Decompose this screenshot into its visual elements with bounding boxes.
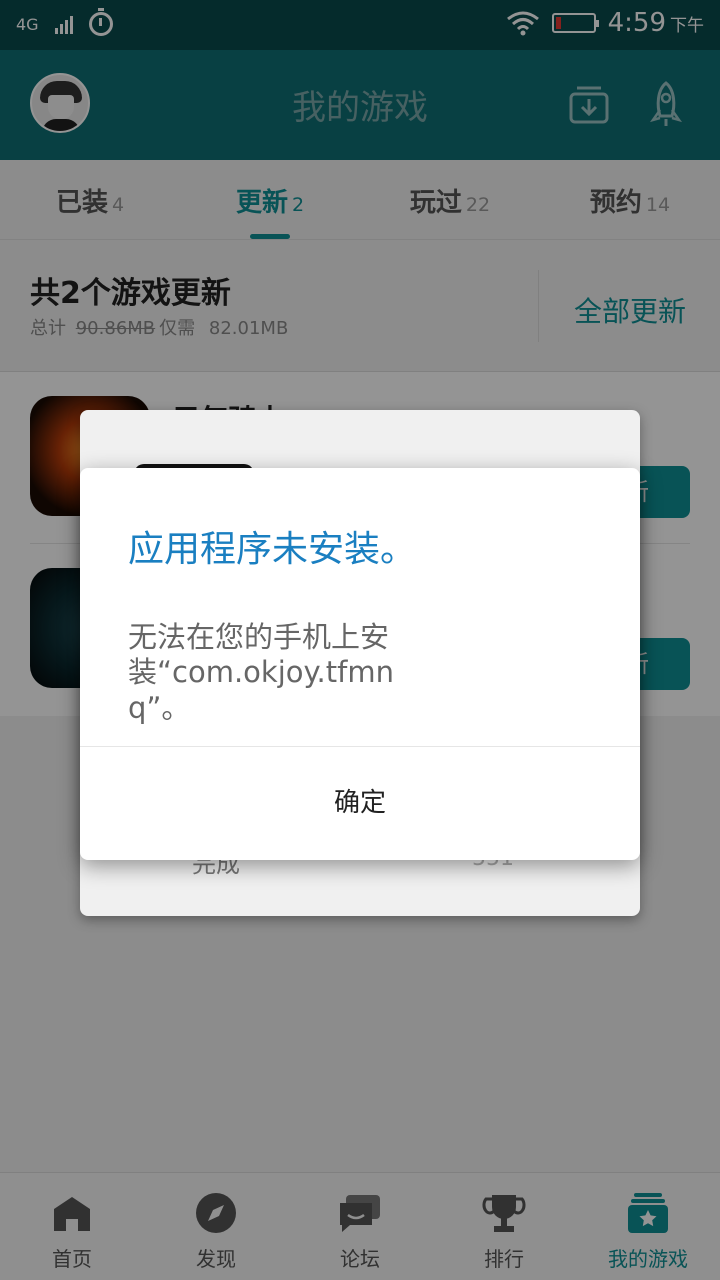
alert-dialog: 应用程序未安装。 无法在您的手机上安装“com.okjoy.tfmnq”。 确定 — [80, 468, 640, 860]
ok-button[interactable]: 确定 — [80, 747, 640, 860]
dialog-title: 应用程序未安装。 — [128, 529, 417, 570]
dialog-message: 无法在您的手机上安装“com.okjoy.tfmnq”。 — [128, 620, 394, 725]
